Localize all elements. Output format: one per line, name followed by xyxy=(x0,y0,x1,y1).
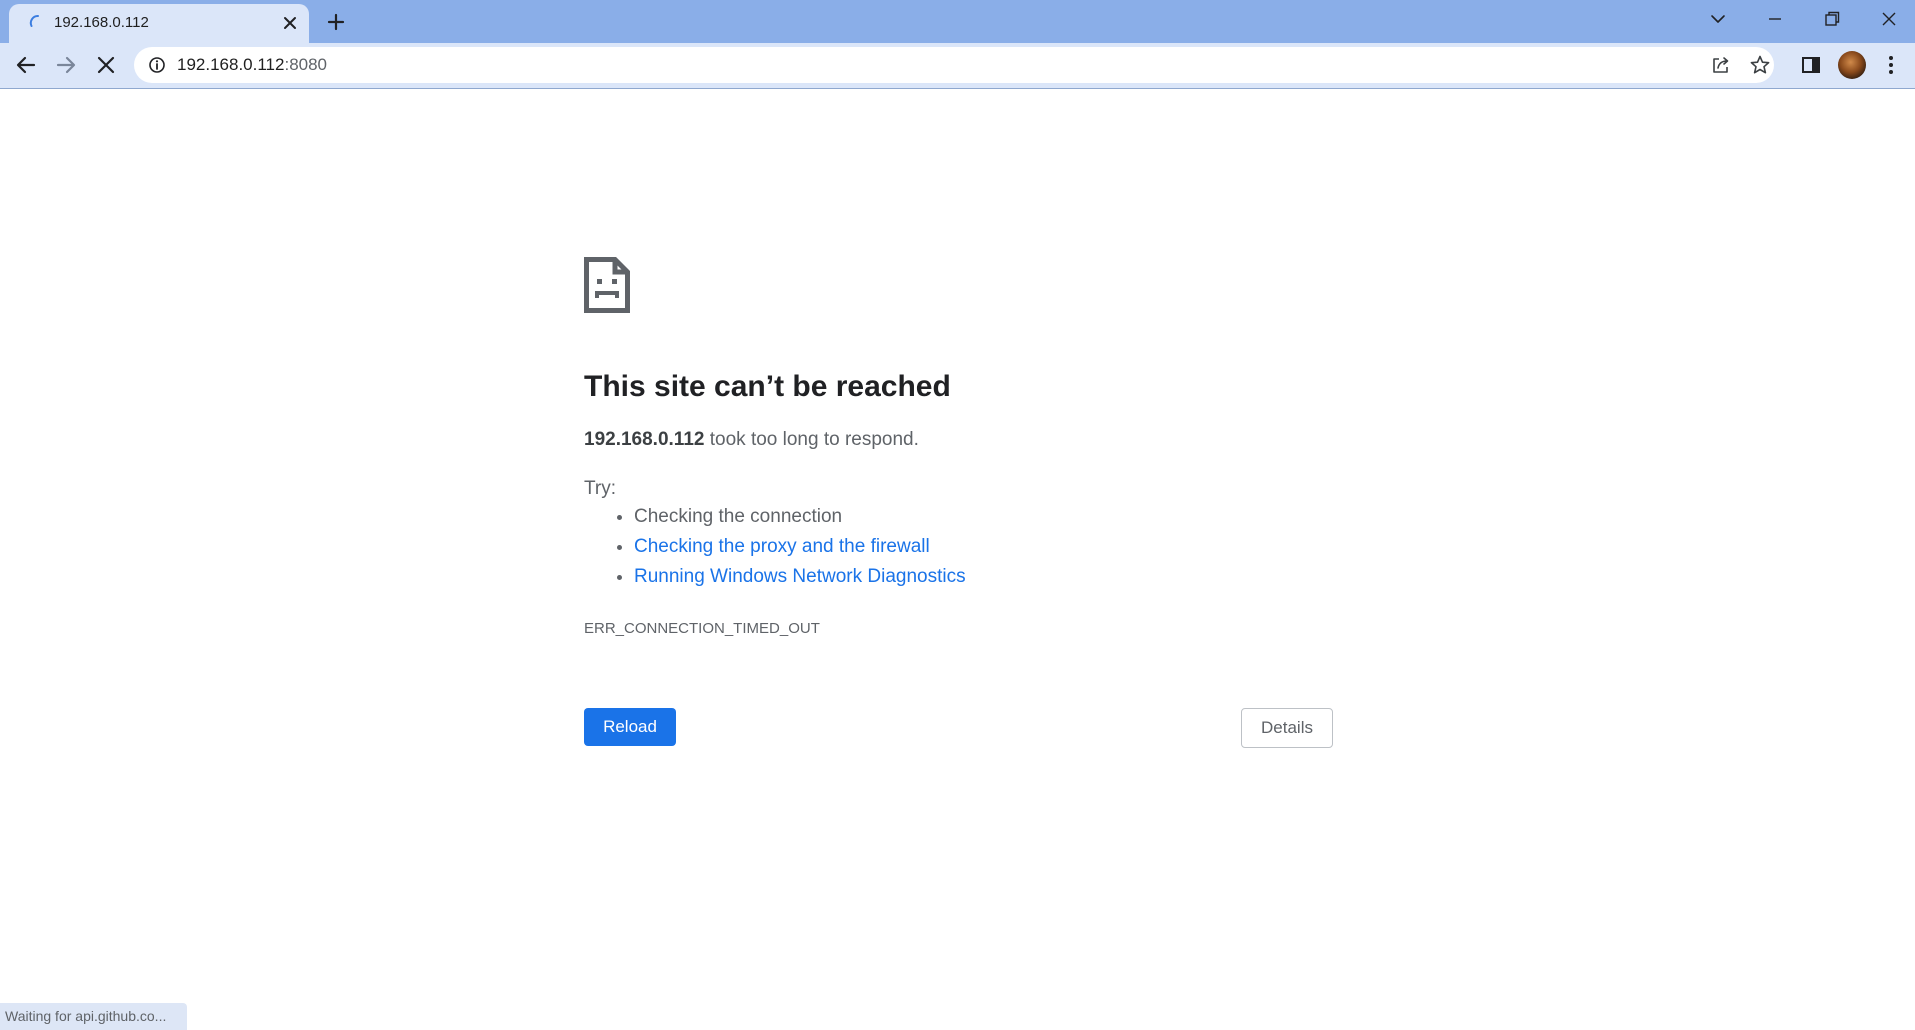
stop-loading-icon[interactable] xyxy=(94,53,118,77)
try-label: Try: xyxy=(584,478,617,499)
error-code: ERR_CONNECTION_TIMED_OUT xyxy=(584,620,820,637)
page-content: This site can’t be reached 192.168.0.112… xyxy=(0,89,1915,1030)
error-title: This site can’t be reached xyxy=(584,370,951,403)
status-bubble: Waiting for api.github.co... xyxy=(0,1003,187,1030)
error-host: 192.168.0.112 xyxy=(584,429,705,450)
suggestion-link-proxy-firewall[interactable]: Checking the proxy and the firewall xyxy=(634,536,930,557)
share-icon[interactable] xyxy=(1710,54,1732,76)
close-window-icon[interactable] xyxy=(1878,8,1900,30)
suggestion-link-network-diagnostics[interactable]: Running Windows Network Diagnostics xyxy=(634,566,966,587)
minimize-icon[interactable] xyxy=(1764,8,1786,30)
suggestion-item: Running Windows Network Diagnostics xyxy=(634,562,966,592)
address-bar[interactable]: 192.168.0.112:8080 xyxy=(134,47,1774,83)
suggestion-checking-connection: Checking the connection xyxy=(634,506,843,527)
profile-avatar[interactable] xyxy=(1838,51,1866,79)
back-arrow-icon[interactable] xyxy=(14,53,38,77)
details-button[interactable]: Details xyxy=(1241,708,1333,748)
side-panel-icon[interactable] xyxy=(1799,53,1823,77)
address-url[interactable]: 192.168.0.112:8080 xyxy=(177,55,327,75)
url-port: :8080 xyxy=(284,55,328,74)
kebab-menu-icon[interactable] xyxy=(1879,53,1903,77)
tab-close-icon[interactable] xyxy=(281,14,299,32)
tab-search-chevron-down-icon[interactable] xyxy=(1707,8,1729,30)
tab-active[interactable]: 192.168.0.112 xyxy=(9,4,309,43)
reload-button[interactable]: Reload xyxy=(584,708,676,746)
restore-icon[interactable] xyxy=(1821,8,1843,30)
error-description: 192.168.0.112 took too long to respond. xyxy=(584,427,919,453)
suggestion-item: Checking the connection xyxy=(634,502,966,532)
error-message: took too long to respond. xyxy=(704,429,919,450)
tab-strip: 192.168.0.112 xyxy=(0,0,1915,43)
loading-spinner-icon xyxy=(29,14,39,27)
toolbar: 192.168.0.112:8080 xyxy=(0,43,1915,89)
sad-document-icon xyxy=(584,257,630,313)
site-info-icon[interactable] xyxy=(148,56,166,74)
url-host: 192.168.0.112 xyxy=(177,55,285,74)
suggestion-item: Checking the proxy and the firewall xyxy=(634,532,966,562)
new-tab-plus-icon[interactable] xyxy=(325,11,347,33)
suggestions-list: Checking the connection Checking the pro… xyxy=(584,502,966,592)
browser-window: 192.168.0.112 192.168.0.112:8080 This si… xyxy=(0,0,1915,1030)
forward-arrow-icon[interactable] xyxy=(54,53,78,77)
bookmark-star-icon[interactable] xyxy=(1749,54,1771,76)
tab-title: 192.168.0.112 xyxy=(54,14,149,31)
